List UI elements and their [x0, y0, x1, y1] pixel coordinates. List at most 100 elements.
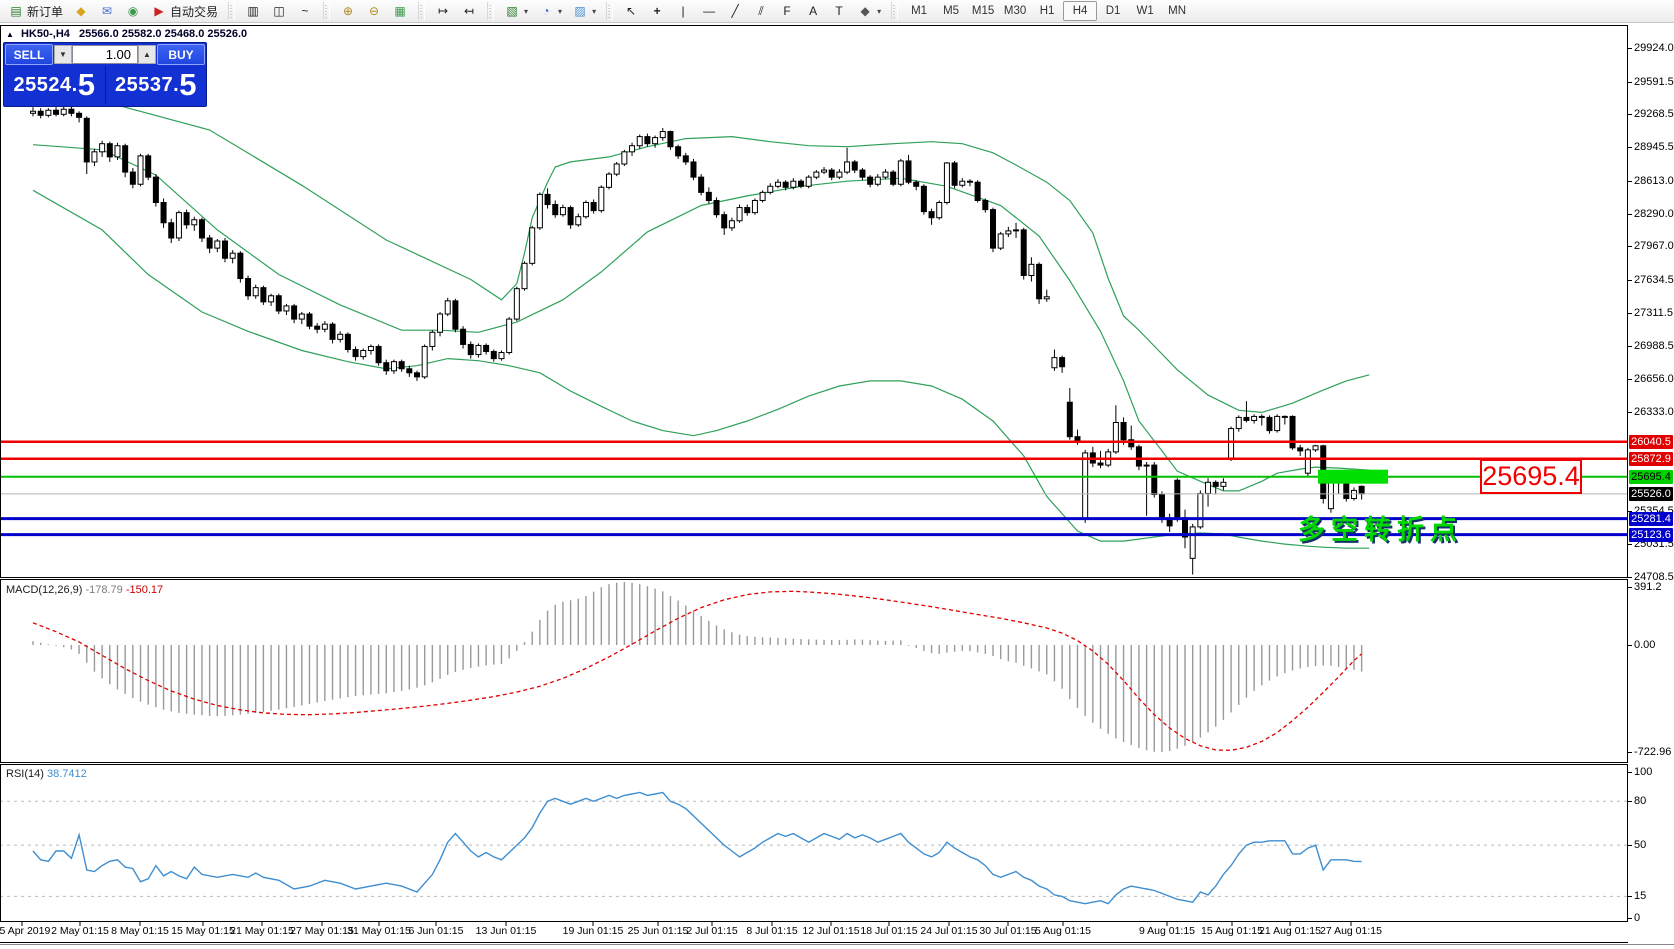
axis-tick: [1628, 587, 1632, 588]
timeframe-m30-button[interactable]: M30: [999, 2, 1031, 20]
one-click-trading-panel: SELL ▼ ▲ BUY 25524.5 25537.5: [3, 42, 207, 107]
text-label-tool-button[interactable]: T: [826, 0, 852, 22]
fibonacci-tool-button[interactable]: F: [774, 0, 800, 22]
axis-tick: [1628, 544, 1632, 545]
bar-chart-icon: ▥: [245, 3, 261, 19]
text-label-icon: T: [831, 3, 847, 19]
market-watch-button[interactable]: ◆: [68, 0, 94, 22]
chart-area[interactable]: [0, 0, 1674, 949]
axis-tick: [1628, 181, 1632, 182]
periods-button[interactable]: ◔ ▾: [533, 0, 567, 22]
timeframe-d1-button[interactable]: D1: [1097, 2, 1129, 20]
autotrading-icon: ▶: [151, 3, 167, 19]
channel-tool-button[interactable]: ⫽: [748, 0, 774, 22]
candlestick-chart-button[interactable]: ◫: [266, 0, 292, 22]
timeframe-w1-button[interactable]: W1: [1129, 2, 1161, 20]
text-tool-button[interactable]: A: [800, 0, 826, 22]
vertical-line-icon: |: [675, 3, 691, 19]
contacts-button[interactable]: ✉: [94, 0, 120, 22]
new-chart-button[interactable]: ▧ ▾: [499, 0, 533, 22]
timeframe-m1-button[interactable]: M1: [903, 2, 935, 20]
bar-chart-button[interactable]: ▥: [240, 0, 266, 22]
axis-tick: [1628, 82, 1632, 83]
autotrading-button[interactable]: ▶ 自动交易: [146, 0, 223, 22]
line-chart-icon: ~: [297, 3, 313, 19]
axis-tick: [1628, 577, 1632, 578]
toolbar-separator: [891, 2, 898, 20]
timeframe-h1-button[interactable]: H1: [1031, 2, 1063, 20]
symbol-ohlc-header: ▲ HK50-,H4 25566.0 25582.0 25468.0 25526…: [6, 28, 247, 40]
macd-label: MACD(12,26,9) -178.79 -150.17: [6, 584, 163, 596]
price-annotation-box[interactable]: 25695.4: [1480, 459, 1582, 494]
trendline-icon: ╱: [727, 3, 743, 19]
tile-windows-button[interactable]: ▦: [387, 0, 413, 22]
price-tag: 25281.4: [1629, 512, 1673, 526]
buy-price[interactable]: 25537.5: [106, 66, 207, 104]
volume-increase-button[interactable]: ▲: [138, 45, 156, 64]
turning-point-annotation[interactable]: 多空转折点: [1298, 508, 1463, 547]
volume-decrease-button[interactable]: ▼: [54, 45, 72, 64]
templates-icon: ▨: [572, 3, 588, 19]
zoom-in-button[interactable]: ⊕: [335, 0, 361, 22]
price-tick-label: 26656.0: [1634, 373, 1674, 385]
auto-scroll-icon: ↦: [435, 3, 451, 19]
timeframe-m5-button[interactable]: M5: [935, 2, 967, 20]
crosshair-tool-button[interactable]: +: [644, 0, 670, 22]
sell-button[interactable]: SELL: [5, 44, 53, 65]
macd-name: MACD(12,26,9): [6, 584, 82, 596]
zoom-out-button[interactable]: ⊖: [361, 0, 387, 22]
axis-tick: [1628, 412, 1632, 413]
time-axis-label: 5 Aug 01:15: [1018, 925, 1108, 937]
sell-price[interactable]: 25524.5: [4, 66, 105, 104]
axis-tick: [1628, 772, 1632, 773]
price-axis[interactable]: 29924.029591.529268.528945.528613.028290…: [1628, 22, 1674, 943]
price-tick-label: 28945.5: [1634, 141, 1674, 153]
axis-tick: [1628, 48, 1632, 49]
chart-shift-button[interactable]: ↤: [456, 0, 482, 22]
toolbar-separator: [418, 2, 425, 20]
time-axis[interactable]: 25 Apr 20192 May 01:158 May 01:1515 May …: [0, 923, 1628, 943]
symbol-name: HK50-,H4: [21, 28, 70, 40]
symbol-ohlc-values: 25566.0 25582.0 25468.0 25526.0: [79, 28, 247, 40]
timeframe-m15-button[interactable]: M15: [967, 2, 999, 20]
toolbar-separator: [323, 2, 330, 20]
contacts-icon: ✉: [99, 3, 115, 19]
arrows-tool-button[interactable]: ◆ ▾: [852, 0, 886, 22]
rsi-tick-label: 80: [1634, 795, 1646, 807]
cursor-tool-button[interactable]: ↖: [618, 0, 644, 22]
rsi-label: RSI(14) 38.7412: [6, 768, 87, 780]
macd-main-value: -178.79: [85, 584, 122, 596]
trendline-tool-button[interactable]: ╱: [722, 0, 748, 22]
macd-tick-label: 391.2: [1634, 581, 1662, 593]
price-tag: 25872.9: [1629, 452, 1673, 466]
vertical-line-tool-button[interactable]: |: [670, 0, 696, 22]
horizontal-line-icon: —: [701, 3, 717, 19]
price-tick-label: 27967.0: [1634, 240, 1674, 252]
line-chart-button[interactable]: ~: [292, 0, 318, 22]
chart-shift-icon: ↤: [461, 3, 477, 19]
dropdown-arrow-icon: ▾: [524, 7, 528, 16]
rsi-tick-label: 100: [1634, 766, 1652, 778]
crosshair-icon: +: [649, 3, 665, 19]
axis-tick: [1628, 313, 1632, 314]
collapse-quote-panel-arrow[interactable]: ▲: [6, 30, 14, 39]
buy-button[interactable]: BUY: [157, 44, 205, 65]
axis-tick: [1628, 280, 1632, 281]
auto-scroll-button[interactable]: ↦: [430, 0, 456, 22]
price-tick-label: 29591.5: [1634, 76, 1674, 88]
horizontal-line-tool-button[interactable]: —: [696, 0, 722, 22]
timeframe-h4-button[interactable]: H4: [1063, 1, 1097, 21]
dropdown-arrow-icon: ▾: [877, 7, 881, 16]
timeframe-mn-button[interactable]: MN: [1161, 2, 1193, 20]
axis-tick: [1628, 752, 1632, 753]
rsi-tick-label: 0: [1634, 912, 1640, 924]
new-chart-icon: ▧: [504, 3, 520, 19]
macd-tick-label: -722.96: [1634, 746, 1671, 758]
templates-button[interactable]: ▨ ▾: [567, 0, 601, 22]
price-tag: 25526.0: [1629, 487, 1673, 501]
gold-icon: ◆: [73, 3, 89, 19]
volume-input[interactable]: [72, 45, 138, 64]
new-order-button[interactable]: ▤ 新订单: [3, 0, 68, 22]
signals-button[interactable]: ◉: [120, 0, 146, 22]
axis-tick: [1628, 147, 1632, 148]
